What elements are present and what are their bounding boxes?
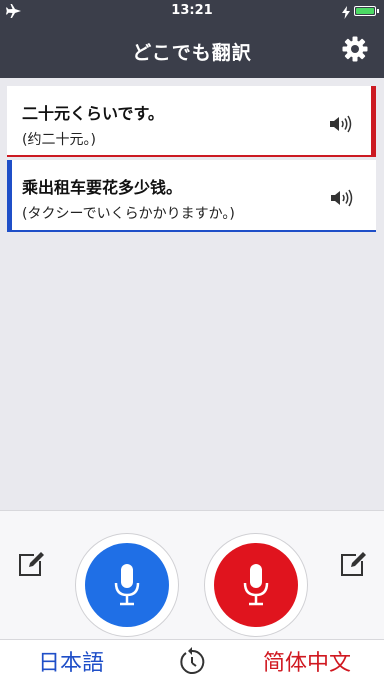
target-mic-ring bbox=[204, 533, 308, 637]
translation-card[interactable]: 二十元くらいです。 (约二十元。) bbox=[7, 86, 376, 157]
target-language-button[interactable]: 简体中文 bbox=[263, 645, 351, 677]
translation-text: 二十元くらいです。 bbox=[22, 104, 164, 123]
source-mic-ring bbox=[75, 533, 179, 637]
speaker-button[interactable] bbox=[330, 189, 354, 207]
charging-icon bbox=[342, 4, 350, 23]
settings-button[interactable] bbox=[342, 36, 368, 62]
speaker-button[interactable] bbox=[329, 115, 353, 133]
speaker-icon bbox=[330, 115, 352, 133]
source-mic-button[interactable] bbox=[85, 543, 169, 627]
edit-icon bbox=[19, 552, 44, 576]
nav-bar: どこでも翻訳 bbox=[0, 22, 384, 78]
input-panel: 日本語 简体中文 bbox=[0, 510, 384, 683]
translation-list: 二十元くらいです。 (约二十元。) 乘出租车要花多少钱。 (タクシーでいくらかか… bbox=[0, 78, 384, 510]
target-mic-button[interactable] bbox=[214, 543, 298, 627]
page-title: どこでも翻訳 bbox=[132, 42, 252, 64]
edit-target-button[interactable] bbox=[339, 550, 367, 578]
mic-area bbox=[0, 511, 384, 640]
history-button[interactable] bbox=[178, 646, 206, 676]
battery-level bbox=[356, 8, 374, 14]
edit-source-button[interactable] bbox=[17, 550, 45, 578]
source-language-button[interactable]: 日本語 bbox=[38, 645, 104, 677]
status-time: 13:21 bbox=[171, 3, 213, 18]
status-bar: 13:21 bbox=[0, 0, 384, 22]
translation-text: 乘出租车要花多少钱。 bbox=[22, 178, 183, 197]
original-text: (タクシーでいくらかかりますか。) bbox=[22, 206, 235, 222]
original-text: (约二十元。) bbox=[22, 132, 96, 148]
gear-icon bbox=[342, 36, 368, 62]
speaker-icon bbox=[331, 189, 353, 207]
battery-icon bbox=[354, 6, 379, 16]
translation-card[interactable]: 乘出租车要花多少钱。 (タクシーでいくらかかりますか。) bbox=[7, 160, 376, 232]
microphone-icon bbox=[243, 564, 269, 606]
edit-icon bbox=[341, 552, 366, 576]
history-icon bbox=[180, 647, 205, 674]
microphone-icon bbox=[114, 564, 140, 606]
